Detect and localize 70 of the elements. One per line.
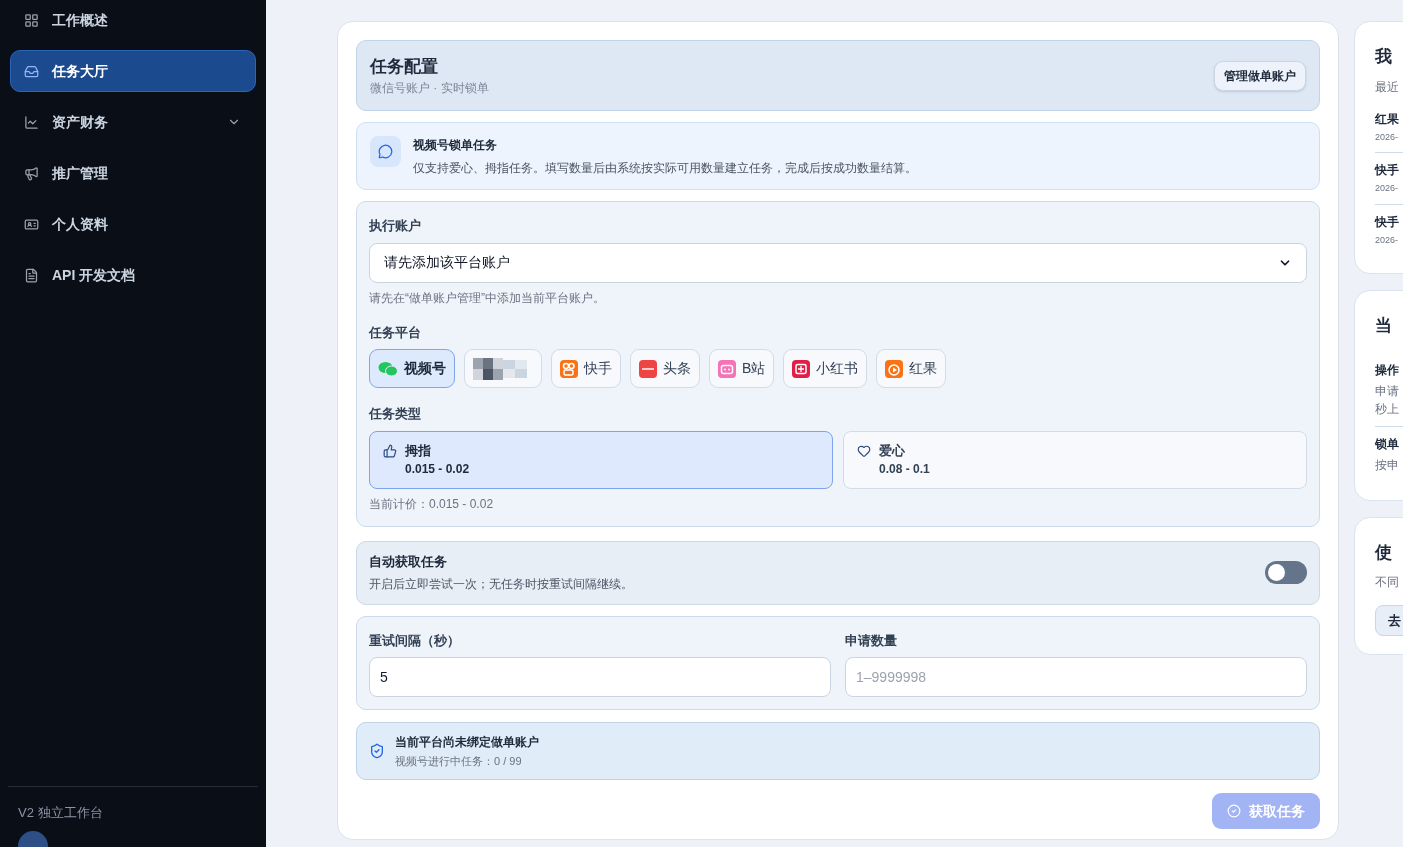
row-title: 锁单 (1375, 435, 1400, 453)
manage-accounts-button[interactable]: 管理做单账户 (1214, 60, 1306, 91)
nav-item[interactable]: 资产财务 (10, 101, 256, 143)
card-title: 我 (1375, 46, 1393, 68)
panel-subtitle: 微信号账户 · 实时锁单 (370, 80, 489, 98)
nav-item[interactable]: API 开发文档 (10, 254, 256, 296)
panel-title: 任务配置 (370, 55, 439, 78)
nav-item[interactable]: 任务大厅 (10, 50, 256, 92)
row-title: 红果 (1375, 110, 1400, 128)
field-label: 重试间隔（秒） (369, 631, 461, 650)
row-text: 2026- (1375, 182, 1400, 195)
toggle-switch[interactable] (1265, 561, 1307, 584)
news-icon (639, 359, 657, 378)
thumbs-up-icon (383, 443, 397, 458)
platform-button[interactable]: 快手 (551, 349, 621, 388)
nav-icon (24, 114, 39, 130)
platform-button[interactable]: 小红书 (783, 349, 868, 388)
panel-title: 自动获取任务 (369, 553, 448, 572)
row-title: 快手 (1375, 213, 1400, 231)
row-text: 按申 (1375, 456, 1400, 474)
nav-icon (24, 12, 39, 28)
nav-icon (24, 216, 39, 232)
tv-icon (718, 359, 736, 378)
retry-interval-field[interactable]: 5 (369, 657, 831, 697)
card-subtitle: 最近 (1375, 78, 1400, 96)
row-text: 秒上 (1375, 400, 1400, 418)
nav-item[interactable]: 个人资料 (10, 203, 256, 245)
platform-button[interactable]: 视频号 (369, 349, 455, 388)
row-text: 申请 (1375, 382, 1400, 400)
book-icon (792, 359, 811, 378)
heart-icon (857, 443, 871, 458)
chat-icon (370, 136, 401, 167)
nav-icon (24, 63, 39, 79)
nav-icon (24, 165, 39, 181)
account-select[interactable]: 请先添加该平台账户 (369, 242, 1307, 283)
task-type-option[interactable]: 爱心 0.08 - 0.1 (843, 430, 1307, 489)
row-text: 2026- (1375, 130, 1400, 144)
shield-check-icon (369, 743, 385, 759)
row-title: 快手 (1375, 162, 1400, 179)
notice-text: 仅支持爱心、拇指任务。填写数量后由系统按实际可用数量建立任务，完成后按成功数量结算。 (413, 160, 917, 177)
manage-button[interactable]: 去 (1375, 605, 1403, 636)
play-icon (885, 359, 904, 378)
notice-title: 视频号锁单任务 (413, 137, 498, 154)
check-circle-icon (1227, 804, 1241, 818)
card-title: 当 (1375, 315, 1393, 337)
price-text: 当前计价：0.015 - 0.02 (369, 495, 495, 513)
camera-icon (560, 359, 578, 378)
nav-item[interactable]: 工作概述 (10, 0, 256, 41)
card-title: 使 (1375, 541, 1393, 564)
field-label: 任务类型 (369, 405, 422, 423)
card-subtitle: 不同 (1375, 574, 1400, 591)
status-text: 视频号进行中任务：0 / 99 (395, 753, 523, 769)
nav-item[interactable]: 推广管理 (10, 152, 256, 194)
hint-text: 请先在“做单账户管理”中添加当前平台账户。 (369, 289, 606, 307)
platform-button[interactable] (464, 349, 542, 388)
chat-bubbles-icon (378, 360, 398, 377)
platform-button[interactable]: 红果 (876, 349, 947, 388)
field-label: 申请数量 (845, 631, 898, 650)
panel-text: 开启后立即尝试一次；无任务时按重试间隔继续。 (369, 575, 633, 593)
row-text: 2026- (1375, 233, 1400, 247)
platform-button[interactable]: B站 (709, 349, 775, 388)
field-label: 执行账户 (369, 217, 422, 235)
version-label: V2 独立工作台 (17, 803, 104, 822)
nav-icon (24, 267, 39, 283)
task-type-option[interactable]: 拇指 0.015 - 0.02 (369, 430, 833, 489)
row-title: 操作 (1375, 361, 1400, 379)
status-title: 当前平台尚未绑定做单账户 (395, 733, 539, 751)
quantity-field[interactable]: 1–9999998 (845, 657, 1307, 697)
platform-button[interactable]: 头条 (630, 349, 700, 388)
field-label: 任务平台 (369, 323, 422, 342)
